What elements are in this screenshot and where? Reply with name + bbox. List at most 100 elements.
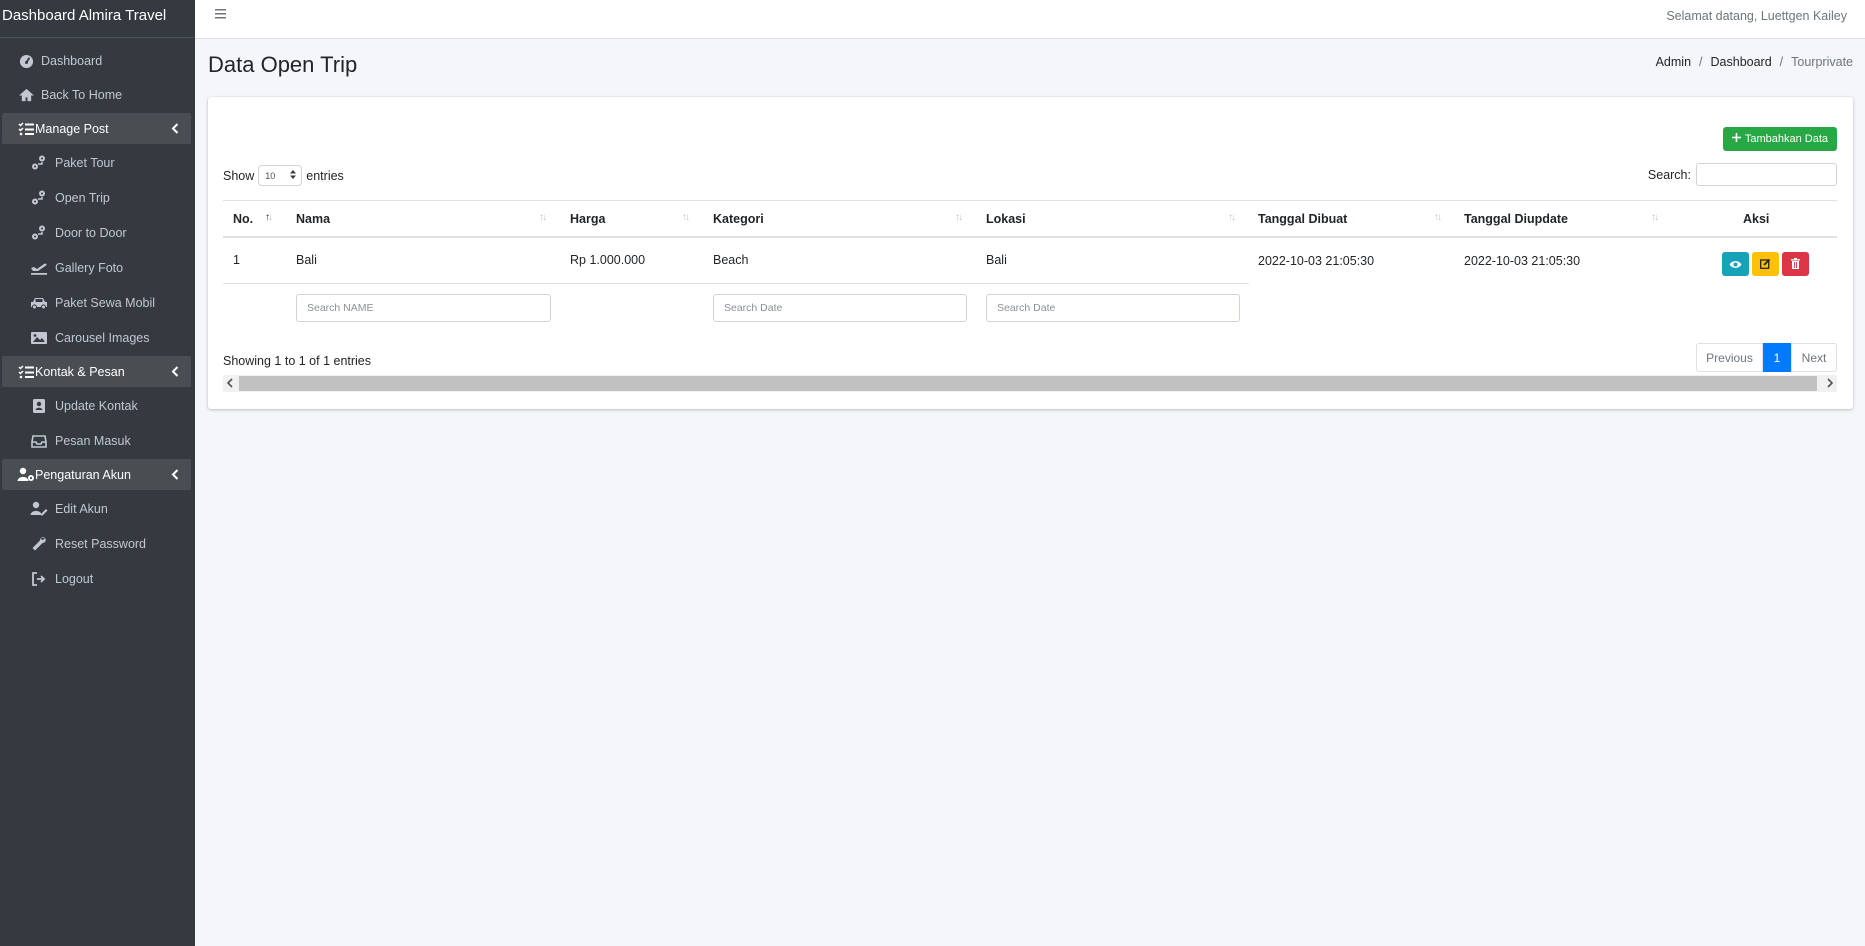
table-header: No. ↑↓ Nama ↑↓ Harga ↑↓ Kategori ↑↓ Loka… <box>223 200 1837 238</box>
sort-icon: ↑↓ <box>682 212 690 223</box>
cell-harga: Rp 1.000.000 <box>570 253 646 267</box>
row-actions <box>1722 252 1809 276</box>
sidebar-group-label: Kontak & Pesan <box>35 364 125 379</box>
sidebar-item-reset-password[interactable]: Reset Password <box>0 526 195 561</box>
image-icon <box>30 330 48 346</box>
breadcrumb-dashboard[interactable]: Dashboard <box>1711 55 1772 69</box>
sidebar-group-kontak-pesan[interactable]: Kontak & Pesan <box>2 356 191 387</box>
column-header-harga[interactable]: Harga <box>570 201 605 237</box>
sidebar-item-door-to-door[interactable]: Door to Door <box>0 215 195 250</box>
column-header-label: Harga <box>570 212 606 226</box>
sidebar-group-label: Manage Post <box>35 121 109 136</box>
page-1-button[interactable]: 1 <box>1763 343 1791 372</box>
view-button[interactable] <box>1722 252 1749 276</box>
sidebar-item-paket-sewa-mobil[interactable]: Paket Sewa Mobil <box>0 285 195 320</box>
sidebar-item-label: Logout <box>55 571 94 586</box>
sidebar-item-paket-tour[interactable]: Paket Tour <box>0 145 195 180</box>
column-header-label: Nama <box>296 212 331 226</box>
brand-title[interactable]: Dashboard Almira Travel <box>0 0 195 38</box>
next-page-button[interactable]: Next <box>1791 343 1837 372</box>
filter-nama-input[interactable]: Search NAME <box>296 294 551 322</box>
sidebar-group-pengaturan-akun[interactable]: Pengaturan Akun <box>2 459 191 490</box>
pagination: Previous 1 Next <box>1696 343 1837 372</box>
eye-icon <box>1729 257 1742 272</box>
previous-page-button[interactable]: Previous <box>1696 343 1763 372</box>
welcome-text[interactable]: Selamat datang, Luettgen Kailey <box>1666 9 1847 23</box>
scroll-right-icon[interactable] <box>1827 378 1834 391</box>
column-header-label: Kategori <box>713 212 764 226</box>
data-card: Tambahkan Data Show 10 entries Search: N… <box>208 97 1853 409</box>
sidebar-item-label: Paket Tour <box>55 155 115 170</box>
entries-length: Show 10 entries <box>223 165 344 186</box>
sidebar-item-gallery-foto[interactable]: Gallery Foto <box>0 250 195 285</box>
sort-icon: ↑↓ <box>539 212 547 223</box>
filter-kategori-input[interactable]: Search Date <box>713 294 967 322</box>
column-header-label: Lokasi <box>986 212 1026 226</box>
table-search: Search: <box>1648 163 1837 186</box>
sidebar-item-carousel-images[interactable]: Carousel Images <box>0 320 195 355</box>
route-icon <box>30 225 48 241</box>
data-table: No. ↑↓ Nama ↑↓ Harga ↑↓ Kategori ↑↓ Loka… <box>223 200 1837 330</box>
inbox-icon <box>30 433 48 449</box>
horizontal-scrollbar[interactable] <box>223 375 1837 392</box>
sidebar-group-label: Pengaturan Akun <box>35 467 131 482</box>
home-icon <box>17 87 35 103</box>
breadcrumb-admin[interactable]: Admin <box>1656 55 1691 69</box>
sidebar-item-dashboard[interactable]: Dashboard <box>0 44 195 78</box>
list-check-icon <box>17 121 35 137</box>
search-input[interactable] <box>1696 163 1837 186</box>
plus-icon <box>1731 133 1741 145</box>
sort-select-icon <box>290 170 297 181</box>
sidebar-item-logout[interactable]: Logout <box>0 561 195 596</box>
page-title: Data Open Trip <box>208 52 358 77</box>
add-data-button[interactable]: Tambahkan Data <box>1722 127 1837 151</box>
sort-icon: ↑↓ <box>955 212 963 223</box>
scroll-left-icon[interactable] <box>226 378 233 391</box>
scrollbar-thumb[interactable] <box>239 376 1817 391</box>
sort-asc-icon: ↑↓ <box>265 212 273 223</box>
column-header-tanggal-diupdate[interactable]: Tanggal Diupdate <box>1464 201 1568 237</box>
sidebar-item-open-trip[interactable]: Open Trip <box>0 180 195 215</box>
sidebar-item-label: Door to Door <box>55 225 127 240</box>
table-info: Showing 1 to 1 of 1 entries <box>223 354 372 368</box>
sidebar-group-manage-post[interactable]: Manage Post <box>2 113 191 144</box>
cell-nama: Bali <box>296 253 317 267</box>
sort-icon: ↑↓ <box>1434 212 1442 223</box>
wrench-icon <box>30 536 48 552</box>
sidebar-item-pesan-masuk[interactable]: Pesan Masuk <box>0 423 195 458</box>
sidebar-item-label: Pesan Masuk <box>55 433 131 448</box>
sidebar-item-update-kontak[interactable]: Update Kontak <box>0 388 195 423</box>
sign-out-icon <box>30 571 48 587</box>
menu-toggle-icon[interactable] <box>215 8 227 23</box>
table-row: 1 Bali Rp 1.000.000 Beach Bali <box>223 238 1249 284</box>
filter-lokasi-input[interactable]: Search Date <box>986 294 1240 322</box>
topbar: Selamat datang, Luettgen Kailey <box>195 0 1865 39</box>
entries-select[interactable]: 10 <box>258 165 303 186</box>
sidebar-item-back-home[interactable]: Back To Home <box>0 78 195 112</box>
edit-button[interactable] <box>1752 252 1779 276</box>
trash-icon <box>1791 257 1800 272</box>
column-header-label: Tanggal Dibuat <box>1258 212 1348 226</box>
cell-tanggal-dibuat: 2022-10-03 21:05:30 <box>1258 254 1375 268</box>
column-filter-row: Search NAME Search Date Search Date <box>223 284 1837 330</box>
breadcrumb: Admin / Dashboard / Tourprivate <box>1656 55 1853 69</box>
entries-label: entries <box>306 168 344 183</box>
column-header-tanggal-dibuat[interactable]: Tanggal Dibuat <box>1258 201 1347 237</box>
column-header-kategori[interactable]: Kategori <box>713 201 764 237</box>
route-icon <box>30 190 48 206</box>
address-book-icon <box>30 398 48 414</box>
column-header-label: No. <box>233 212 254 226</box>
sidebar-item-edit-akun[interactable]: Edit Akun <box>0 491 195 526</box>
sort-icon: ↑↓ <box>1228 212 1236 223</box>
sidebar-item-label: Carousel Images <box>55 330 150 345</box>
breadcrumb-separator: / <box>1699 55 1703 69</box>
delete-button[interactable] <box>1782 252 1809 276</box>
breadcrumb-current: Tourprivate <box>1791 55 1853 69</box>
sidebar: Dashboard Almira Travel Dashboard Back T… <box>0 0 195 946</box>
column-header-lokasi[interactable]: Lokasi <box>986 201 1026 237</box>
cell-kategori: Beach <box>713 253 749 267</box>
column-header-nama[interactable]: Nama <box>296 201 330 237</box>
column-header-no[interactable]: No. <box>233 201 253 237</box>
sidebar-item-label: Edit Akun <box>55 501 108 516</box>
sidebar-item-label: Open Trip <box>55 190 110 205</box>
